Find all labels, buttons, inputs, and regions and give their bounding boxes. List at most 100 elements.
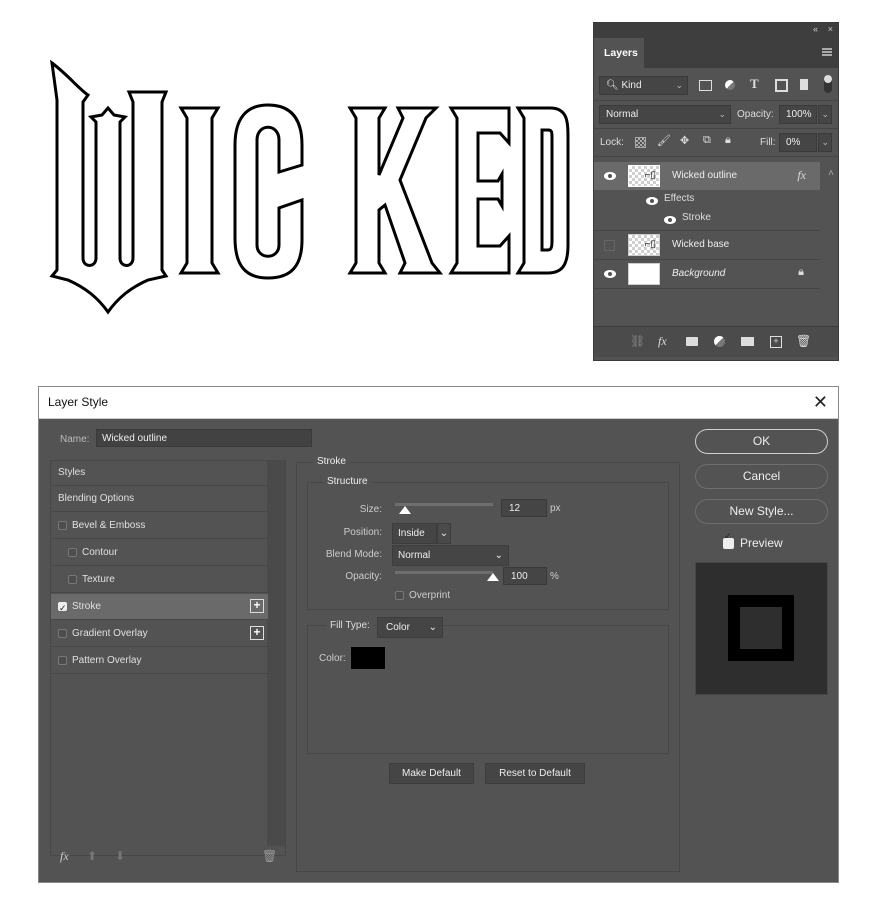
style-item-gradient-overlay[interactable]: Gradient Overlay +	[51, 621, 268, 647]
texture-checkbox[interactable]	[68, 575, 77, 584]
position-select[interactable]: Inside	[392, 523, 437, 544]
make-default-button[interactable]: Make Default	[389, 763, 474, 784]
stroke-visibility-eye-icon[interactable]	[664, 216, 676, 224]
opacity-input[interactable]: 100%	[779, 105, 817, 124]
adjustment-layer-filter-icon[interactable]	[725, 80, 735, 90]
link-layers-icon[interactable]: ⛓	[630, 334, 645, 348]
move-down-arrow-icon[interactable]: ⬇	[115, 849, 125, 863]
style-item-blending-options[interactable]: Blending Options	[51, 486, 268, 512]
fill-type-fieldset	[307, 625, 669, 754]
collapse-effects-chevron-icon[interactable]: ˄	[828, 168, 834, 179]
dialog-titlebar: Layer Style ✕	[39, 387, 838, 419]
add-gradient-overlay-plus-button[interactable]: +	[250, 626, 264, 640]
lock-artboard-icon[interactable]: ⧉	[703, 134, 711, 147]
position-dropdown-chevron-icon[interactable]: ⌄	[437, 523, 451, 544]
effects-label[interactable]: Effects	[664, 193, 694, 204]
style-item-label: Texture	[82, 574, 115, 585]
new-style-button[interactable]: New Style...	[695, 499, 828, 524]
type-layer-filter-icon[interactable]: T	[750, 76, 759, 92]
letter-e	[448, 106, 511, 275]
new-layer-icon[interactable]: +	[770, 336, 782, 348]
blend-row: Normal ⌄ Opacity: 100% ⌄	[594, 100, 838, 129]
contour-checkbox[interactable]	[68, 548, 77, 557]
structure-title: Structure	[323, 476, 372, 487]
style-item-label: Pattern Overlay	[72, 655, 142, 666]
bevel-emboss-checkbox[interactable]	[58, 521, 67, 530]
lock-transparent-pixels-icon[interactable]	[635, 137, 646, 148]
reset-to-default-button[interactable]: Reset to Default	[485, 763, 585, 784]
fill-label: Fill:	[760, 137, 776, 148]
layer-row-background[interactable]: Background 🔒︎	[594, 260, 820, 289]
lock-image-pixels-icon[interactable]: 🖌︎	[657, 134, 671, 147]
blend-mode-label: Blend Mode:	[325, 549, 382, 560]
new-group-icon[interactable]	[741, 337, 754, 346]
collapse-panel-icon[interactable]: «	[813, 24, 818, 34]
opacity-input[interactable]: 100	[503, 567, 547, 585]
color-label: Color:	[319, 653, 346, 664]
gradient-overlay-checkbox[interactable]	[58, 629, 67, 638]
stroke-effect-label[interactable]: Stroke	[682, 212, 711, 223]
blend-mode-select[interactable]: Normal ⌄	[599, 105, 731, 124]
effects-visibility-eye-icon[interactable]	[646, 197, 658, 205]
opacity-slider-track[interactable]	[395, 571, 493, 574]
layer-row-wicked-outline[interactable]: ⌐▯ Wicked outline fx ˄	[594, 162, 834, 190]
lock-all-icon[interactable]: 🔒︎	[725, 134, 731, 147]
fx-menu-icon[interactable]: fx	[60, 849, 69, 864]
style-item-pattern-overlay[interactable]: Pattern Overlay	[51, 648, 268, 674]
stroke-checkbox[interactable]	[58, 595, 67, 621]
overprint-label: Overprint	[409, 590, 451, 601]
style-item-styles[interactable]: Styles	[51, 460, 268, 486]
visibility-eye-icon[interactable]	[604, 270, 616, 278]
style-item-texture[interactable]: Texture	[51, 567, 268, 593]
size-input[interactable]: 12	[501, 499, 547, 517]
close-panel-icon[interactable]: ×	[828, 24, 833, 34]
blend-mode-select[interactable]: Normal ⌄	[392, 545, 509, 566]
stroke-color-swatch[interactable]	[350, 646, 386, 670]
ok-button[interactable]: OK	[695, 429, 828, 454]
style-item-bevel-emboss[interactable]: Bevel & Emboss	[51, 513, 268, 539]
lock-label: Lock:	[600, 137, 624, 148]
preview-label: Preview	[740, 536, 783, 550]
add-stroke-plus-button[interactable]: +	[250, 599, 264, 613]
layers-bottom-toolbar: ⛓ fx + 🗑︎	[594, 326, 838, 357]
new-adjustment-layer-icon[interactable]	[714, 336, 725, 347]
tab-layers[interactable]: Layers	[594, 38, 644, 68]
preview-checkbox[interactable]	[723, 531, 734, 549]
opacity-slider-thumb[interactable]	[487, 573, 499, 581]
lock-position-icon[interactable]: ✥	[680, 134, 689, 147]
style-name-input[interactable]: Wicked outline	[96, 429, 312, 447]
delete-layer-icon[interactable]: 🗑︎	[796, 334, 811, 348]
panel-menu-icon[interactable]	[822, 48, 832, 56]
style-item-stroke[interactable]: Stroke +	[51, 594, 268, 621]
chevron-down-icon: ⌄	[494, 550, 503, 561]
shape-layer-filter-icon[interactable]	[775, 79, 788, 92]
cancel-button[interactable]: Cancel	[695, 464, 828, 489]
smart-object-filter-icon[interactable]	[800, 79, 808, 90]
filter-kind-select[interactable]: 🔍︎ Kind ⌄	[599, 76, 688, 95]
size-slider-thumb[interactable]	[398, 506, 411, 514]
overprint-checkbox[interactable]	[395, 591, 404, 600]
layer-row-wicked-base[interactable]: ⌐▯ Wicked base	[594, 231, 820, 260]
delete-effect-icon[interactable]: 🗑	[262, 849, 277, 863]
opacity-dropdown[interactable]: ⌄	[818, 105, 832, 124]
fill-input[interactable]: 0%	[779, 133, 817, 152]
style-item-contour[interactable]: Contour	[51, 540, 268, 566]
styles-list-scrollbar[interactable]	[267, 460, 285, 846]
visibility-eye-icon[interactable]	[604, 172, 616, 180]
move-up-arrow-icon[interactable]: ⬆	[87, 849, 97, 863]
add-layer-style-icon[interactable]: fx	[658, 334, 667, 349]
add-mask-icon[interactable]	[686, 337, 698, 346]
fx-badge-icon[interactable]: fx	[797, 168, 806, 183]
opacity-label: Opacity:	[345, 571, 382, 582]
fill-type-select[interactable]: Color ⌄	[377, 617, 443, 638]
stroke-section-title: Stroke	[313, 456, 350, 467]
pattern-overlay-checkbox[interactable]	[58, 656, 67, 665]
filter-toggle-switch[interactable]	[824, 75, 832, 93]
visibility-empty-box[interactable]	[604, 240, 615, 251]
opacity-unit-label: %	[550, 571, 559, 582]
fill-dropdown[interactable]: ⌄	[818, 133, 832, 152]
close-icon[interactable]: ✕	[813, 387, 828, 418]
style-item-label: Bevel & Emboss	[72, 520, 146, 531]
style-item-label: Stroke	[72, 601, 101, 612]
pixel-layer-filter-icon[interactable]	[699, 80, 712, 91]
